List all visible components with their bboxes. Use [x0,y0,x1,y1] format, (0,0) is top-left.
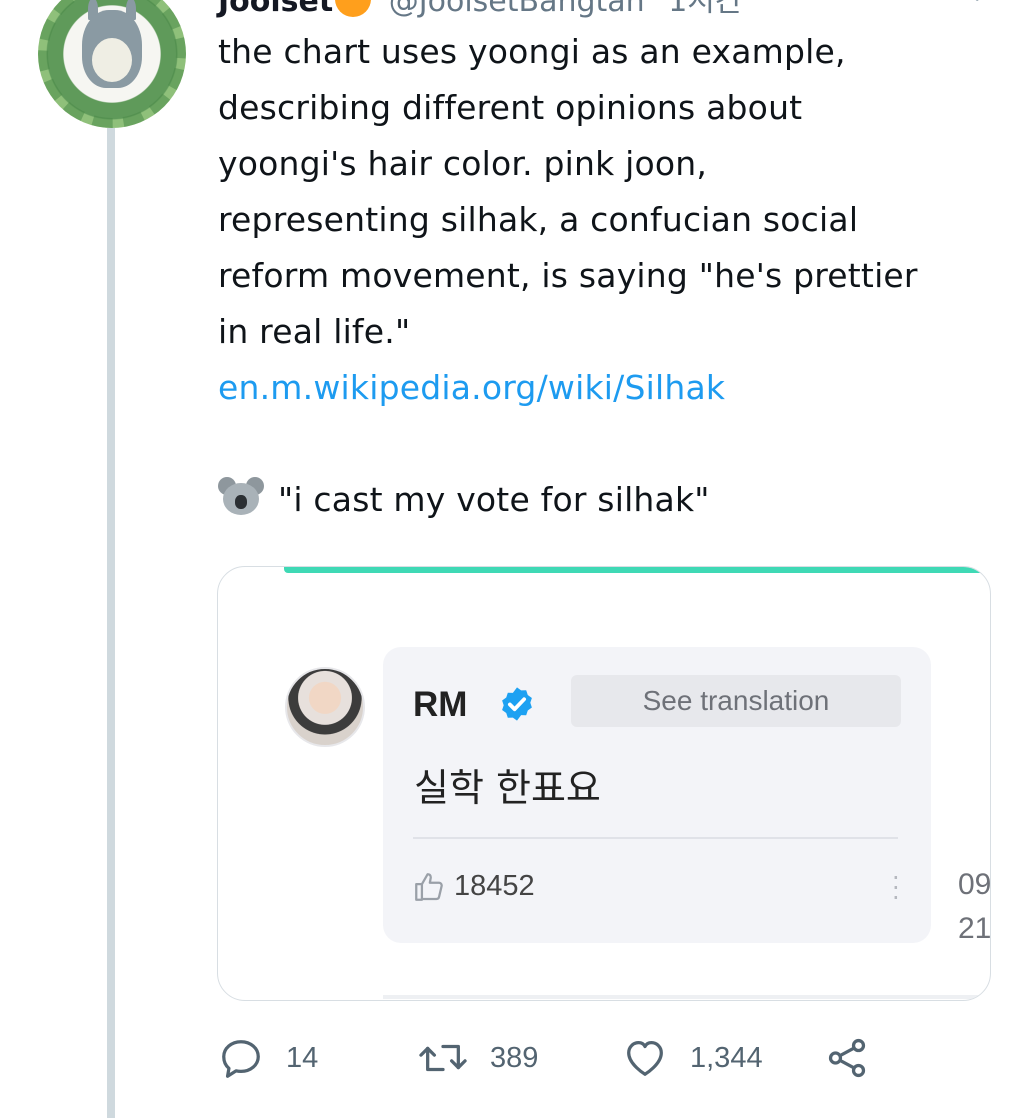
retweet-button[interactable]: 389 [418,1034,538,1082]
commenter-avatar [285,667,365,747]
quote-text: "i cast my vote for silhak" [278,480,710,519]
tweet-text-line: in real life." [218,312,411,351]
tweet-text-line: the chart uses yoongi as an example, [218,32,846,71]
quote-line: "i cast my vote for silhak" [218,472,1008,528]
comment-text: 실학 한표요 [414,766,601,810]
reply-button[interactable]: 14 [218,1034,318,1082]
retweet-count: 389 [490,1041,539,1074]
more-options-icon: · · · [892,864,900,912]
card-bottom-line [383,995,983,999]
thread-line [107,128,115,1118]
koala-icon [218,475,264,521]
see-translation-button: See translation [571,675,901,727]
chevron-down-icon[interactable]: ⌄ [968,0,986,7]
tweet-text-line: representing silhak, a confucian social [218,200,859,239]
thumbs-up-icon [415,873,443,901]
comment-date: 09 21 [958,863,991,951]
tweet-text-line: reform movement, is saying "he's prettie… [218,256,918,295]
retweet-icon [419,1044,467,1072]
commenter-name: RM [413,685,468,724]
like-count: 1,344 [690,1041,763,1074]
tweet-text-line: yoongi's hair color. pink joon, [218,144,708,183]
attached-image-card[interactable]: RM See translation 실학 한표요 18452 · · · 09 2… [217,566,991,1001]
author-name[interactable]: Jooiset [218,0,333,19]
card-accent-bar [284,567,990,573]
date-line: 21 [958,912,991,945]
tweet-body: the chart uses yoongi as an example, des… [218,24,1008,528]
like-button[interactable]: 1,344 [622,1034,763,1082]
tweet-header: Jooiset @JooisetBangtan 1시간 ⌄ [218,0,986,19]
avatar-belly [92,38,132,82]
orange-heart-emoji [335,0,372,17]
share-button[interactable] [824,1034,892,1082]
reply-icon [222,1040,260,1078]
author-avatar[interactable] [38,0,186,128]
share-icon [828,1038,866,1078]
tweet-time[interactable]: 1시간 [668,0,742,19]
tweet-text-line: describing different opinions about [218,88,803,127]
date-line: 09 [958,868,991,901]
comment-like-count: 18452 [454,870,535,902]
tweet-actions: 14 389 1,344 [218,1034,918,1082]
wikipedia-link[interactable]: en.m.wikipedia.org/wiki/Silhak [218,360,1008,416]
reply-count: 14 [286,1041,319,1074]
comment-divider [413,837,898,839]
heart-icon [627,1041,663,1076]
verified-badge-icon [502,687,532,721]
author-handle[interactable]: @JooisetBangtan [389,0,645,19]
